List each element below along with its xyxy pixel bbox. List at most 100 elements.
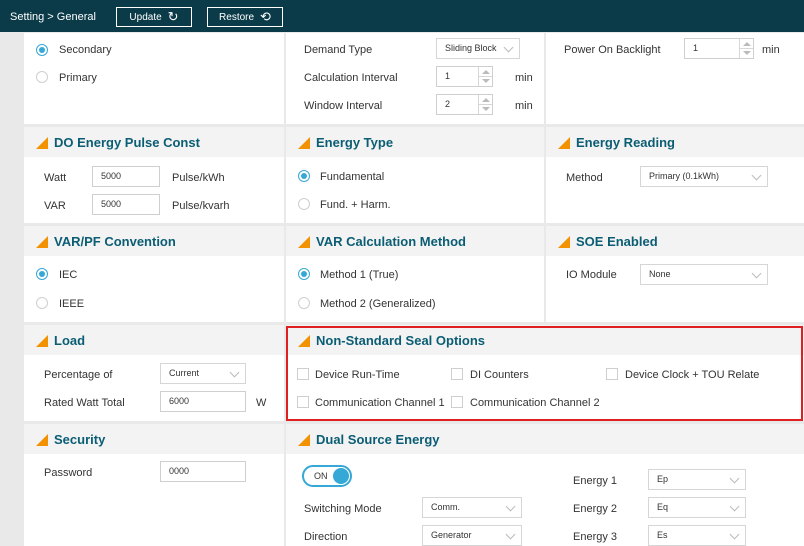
- restore-button[interactable]: Restore ⟲: [207, 7, 283, 27]
- radio-method-2[interactable]: [298, 297, 310, 309]
- var-value: 5000: [101, 199, 122, 209]
- password-input[interactable]: 0000: [160, 461, 246, 482]
- demand-panel: Demand Type Sliding Block Calculation In…: [286, 33, 544, 124]
- calc-interval-input[interactable]: 1: [436, 66, 493, 87]
- radio-method-1-label: Method 1 (True): [320, 269, 399, 281]
- triangle-icon: [36, 335, 48, 347]
- radio-primary[interactable]: [36, 71, 48, 83]
- switching-mode-select[interactable]: Comm.: [422, 497, 522, 518]
- chevron-down-icon: [229, 367, 240, 378]
- window-interval-value: 2: [445, 99, 451, 109]
- security-title: Security: [54, 432, 106, 447]
- method-select[interactable]: Primary (0.1kWh): [640, 166, 768, 187]
- triangle-icon: [36, 434, 48, 446]
- percentage-select[interactable]: Current: [160, 363, 246, 384]
- demand-type-select[interactable]: Sliding Block: [436, 38, 520, 59]
- calc-interval-spinner[interactable]: [478, 67, 492, 86]
- rated-watt-input[interactable]: 6000: [160, 391, 246, 412]
- soe-title: SOE Enabled: [576, 234, 658, 249]
- io-module-value: None: [649, 269, 671, 279]
- dual-source-panel: Dual Source Energy ON Switching Mode Com…: [286, 424, 804, 546]
- var-pf-title: VAR/PF Convention: [54, 234, 176, 249]
- watt-label: Watt: [44, 172, 67, 184]
- window-interval-input[interactable]: 2: [436, 94, 493, 115]
- triangle-icon: [558, 137, 570, 149]
- triangle-icon: [36, 236, 48, 248]
- radio-fund-harm[interactable]: [298, 198, 310, 210]
- security-header: Security: [24, 424, 284, 454]
- radio-ieee-label: IEEE: [59, 298, 85, 310]
- load-header: Load: [24, 325, 284, 355]
- refresh-icon: ↻: [167, 9, 179, 24]
- energy-1-select[interactable]: Ep: [648, 469, 746, 490]
- energy-reading-header: Energy Reading: [546, 127, 804, 157]
- source-panel: Secondary Primary: [24, 33, 284, 124]
- triangle-icon: [298, 434, 310, 446]
- chevron-down-icon: [751, 268, 762, 279]
- toggle-label: ON: [314, 471, 328, 481]
- radio-secondary[interactable]: [36, 44, 48, 56]
- calc-interval-value: 1: [445, 71, 451, 81]
- backlight-value: 1: [693, 43, 699, 53]
- rated-watt-unit: W: [256, 397, 267, 409]
- demand-type-value: Sliding Block: [445, 43, 497, 53]
- var-calc-panel: VAR Calculation Method Method 1 (True) M…: [286, 226, 544, 322]
- energy-1-value: Ep: [657, 474, 669, 484]
- radio-ieee[interactable]: [36, 297, 48, 309]
- chevron-down-icon: [505, 501, 516, 512]
- energy-1-label: Energy 1: [573, 475, 618, 487]
- history-icon: ⟲: [260, 9, 271, 24]
- top-bar: Setting > General Update ↻ Restore ⟲: [0, 0, 804, 32]
- energy-3-select[interactable]: Es: [648, 525, 746, 546]
- var-calc-header: VAR Calculation Method: [286, 226, 544, 256]
- rated-watt-value: 6000: [169, 396, 190, 406]
- soe-header: SOE Enabled: [546, 226, 804, 256]
- restore-button-label: Restore: [219, 11, 255, 23]
- dual-source-header: Dual Source Energy: [286, 424, 804, 454]
- chevron-down-icon: [729, 501, 740, 512]
- switching-mode-value: Comm.: [431, 502, 460, 512]
- energy-2-value: Eq: [657, 502, 669, 512]
- radio-method-1[interactable]: [298, 268, 310, 280]
- dual-source-toggle[interactable]: ON: [302, 465, 352, 487]
- energy-2-select[interactable]: Eq: [648, 497, 746, 518]
- backlight-input[interactable]: 1: [684, 38, 754, 59]
- window-interval-spinner[interactable]: [478, 95, 492, 114]
- password-value: 0000: [169, 466, 190, 476]
- triangle-icon: [36, 137, 48, 149]
- direction-value: Generator: [431, 530, 472, 540]
- update-button-label: Update: [129, 11, 162, 23]
- energy-type-header: Energy Type: [286, 127, 544, 157]
- radio-iec[interactable]: [36, 268, 48, 280]
- watt-unit: Pulse/kWh: [172, 172, 225, 184]
- backlight-panel: Power On Backlight 1 min: [546, 33, 804, 124]
- var-pf-header: VAR/PF Convention: [24, 226, 284, 256]
- triangle-icon: [558, 236, 570, 248]
- watt-input[interactable]: 5000: [92, 166, 160, 187]
- update-button[interactable]: Update ↻: [116, 7, 192, 27]
- soe-panel: SOE Enabled IO Module None: [546, 226, 804, 322]
- dual-source-title: Dual Source Energy: [316, 432, 440, 447]
- demand-type-label: Demand Type: [304, 44, 373, 56]
- radio-method-2-label: Method 2 (Generalized): [320, 298, 436, 310]
- highlight-box: [286, 326, 803, 421]
- triangle-icon: [298, 236, 310, 248]
- method-value: Primary (0.1kWh): [649, 171, 720, 181]
- load-title: Load: [54, 333, 86, 348]
- radio-fundamental[interactable]: [298, 170, 310, 182]
- var-input[interactable]: 5000: [92, 194, 160, 215]
- chevron-down-icon: [729, 529, 740, 540]
- security-panel: Security Password 0000: [24, 424, 284, 546]
- energy-reading-panel: Energy Reading Method Primary (0.1kWh): [546, 127, 804, 223]
- radio-primary-label: Primary: [59, 72, 97, 84]
- radio-secondary-label: Secondary: [59, 44, 112, 56]
- io-module-label: IO Module: [566, 269, 617, 281]
- do-energy-panel: DO Energy Pulse Const Watt 5000 Pulse/kW…: [24, 127, 284, 223]
- backlight-unit: min: [762, 44, 780, 56]
- energy-type-panel: Energy Type Fundamental Fund. + Harm.: [286, 127, 544, 223]
- var-label: VAR: [44, 200, 66, 212]
- breadcrumb: Setting > General: [10, 11, 96, 23]
- backlight-spinner[interactable]: [739, 39, 753, 58]
- direction-select[interactable]: Generator: [422, 525, 522, 546]
- io-module-select[interactable]: None: [640, 264, 768, 285]
